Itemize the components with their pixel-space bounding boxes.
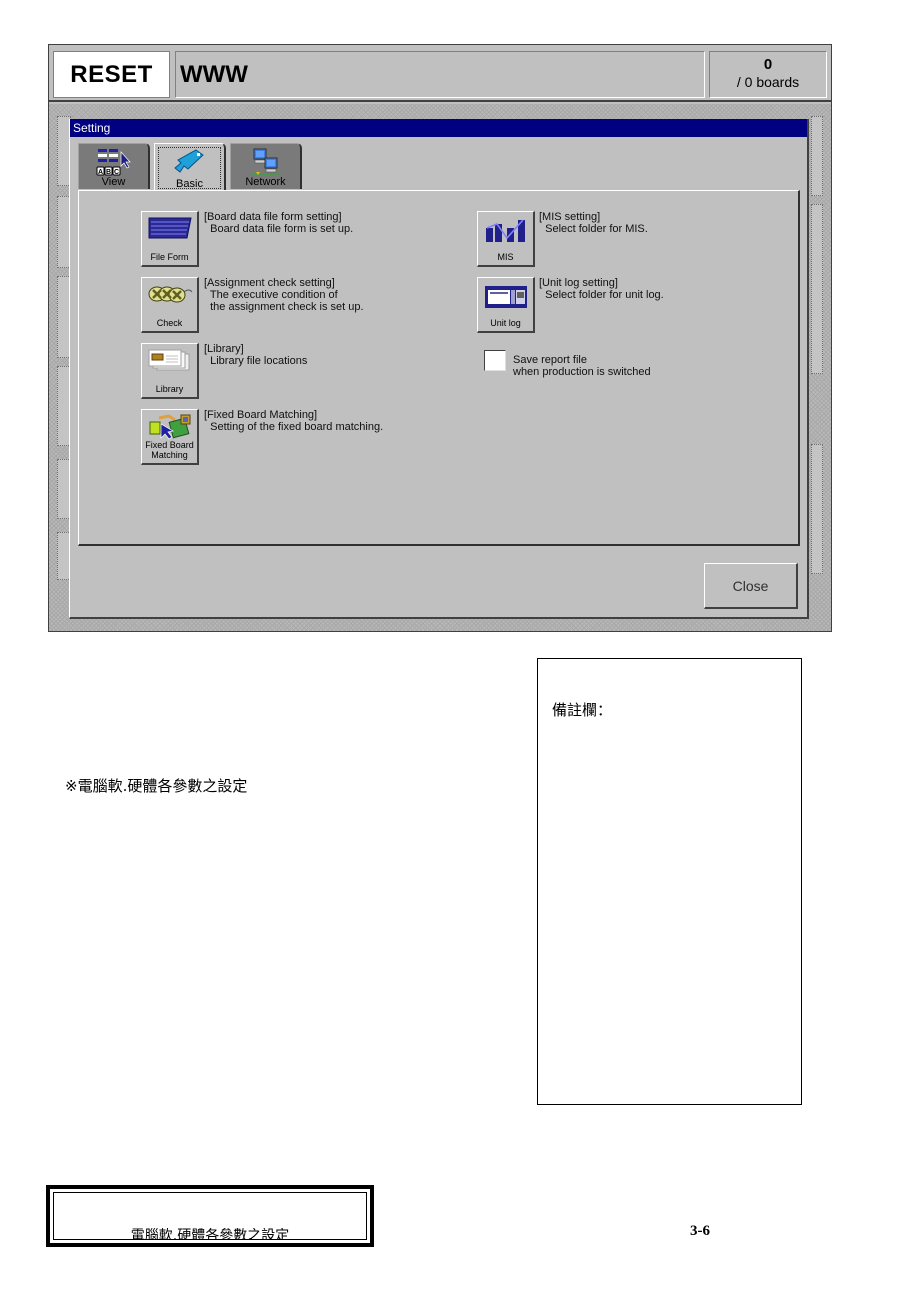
library-button[interactable]: Library [141,343,199,399]
unit-log-icon [484,286,527,308]
board-count-value: 0 [763,56,773,73]
fixed-board-matching-button[interactable]: Fixed Board Matching [141,409,199,465]
library-title: [Library] [204,343,244,355]
file-form-icon [148,217,192,239]
library-description: Library file locations [204,355,308,367]
footer-title: 電腦軟.硬體各參數之設定 [130,1228,290,1239]
unit-log-description: Select folder for unit log. [539,289,664,301]
check-button[interactable]: Check [141,277,199,333]
check-title: [Assignment check setting] [204,277,335,289]
tab-bar: A B C View Basic Network [78,143,302,191]
application-screen: RESET WWW 0 / 0 boards Setting A B C Vie… [48,44,832,632]
top-bar: RESET WWW 0 / 0 boards [49,45,831,102]
basic-wrench-icon [173,149,204,173]
board-counter: 0 / 0 boards [709,51,827,98]
page-number: 3-6 [690,1223,710,1239]
button-label: Library [155,384,184,394]
tab-label: Basic [176,178,203,190]
button-label: MIS [497,252,514,262]
network-computers-icon [251,148,280,175]
mis-title: [MIS setting] [539,211,601,223]
tab-label: View [101,176,126,188]
file-form-description: Board data file form is set up. [204,223,354,235]
library-cards-icon [148,349,189,371]
unit-log-title: [Unit log setting] [539,277,618,289]
reset-button[interactable]: RESET [53,51,170,98]
tab-view[interactable]: A B C View [78,143,150,189]
save-report-label: Save report file when production is swit… [513,354,651,378]
button-label: Unit log [490,318,521,328]
save-report-checkbox[interactable] [484,350,506,371]
close-button[interactable]: Close [704,563,798,609]
tab-network[interactable]: Network [230,143,302,189]
tab-label: Network [245,176,286,188]
footer-inner-frame: 電腦軟.硬體各參數之設定 [53,1192,367,1240]
note-text: ※電腦軟.硬體各參數之設定 [65,777,248,795]
remark-box: 備註欄： [537,658,802,1105]
view-abc-icon: A B C [96,149,131,176]
basic-tab-panel: File Form [Board data file form setting]… [78,190,800,546]
fixed-board-matching-title: [Fixed Board Matching] [204,409,318,421]
svg-text:C: C [113,169,118,176]
svg-text:A: A [97,169,102,176]
background-slot [811,444,823,574]
check-chain-icon [148,286,192,303]
button-label: Fixed Board Matching [145,440,194,460]
setting-dialog: Setting A B C View Basic Network File Fo… [69,119,809,619]
file-form-button[interactable]: File Form [141,211,199,267]
footer-title-box: 電腦軟.硬體各參數之設定 [46,1185,374,1247]
mis-description: Select folder for MIS. [539,223,648,235]
background-slot [811,116,823,196]
mis-chart-icon [485,219,525,242]
unit-log-button[interactable]: Unit log [477,277,535,333]
remark-label: 備註欄： [552,701,613,719]
file-form-title: [Board data file form setting] [204,211,342,223]
board-count-total: / 0 boards [736,74,800,90]
button-label: File Form [150,252,189,262]
dialog-title: Setting [70,119,807,137]
mis-button[interactable]: MIS [477,211,535,267]
tab-basic[interactable]: Basic [154,143,226,191]
check-description: The executive condition of the assignmen… [209,289,364,313]
button-label: Check [156,318,183,328]
background-slot [811,204,823,374]
fixed-board-matching-description: Setting of the fixed board matching. [204,421,384,433]
svg-text:B: B [105,169,110,176]
production-name: WWW [175,51,705,98]
fixed-board-matching-icon [149,414,190,440]
